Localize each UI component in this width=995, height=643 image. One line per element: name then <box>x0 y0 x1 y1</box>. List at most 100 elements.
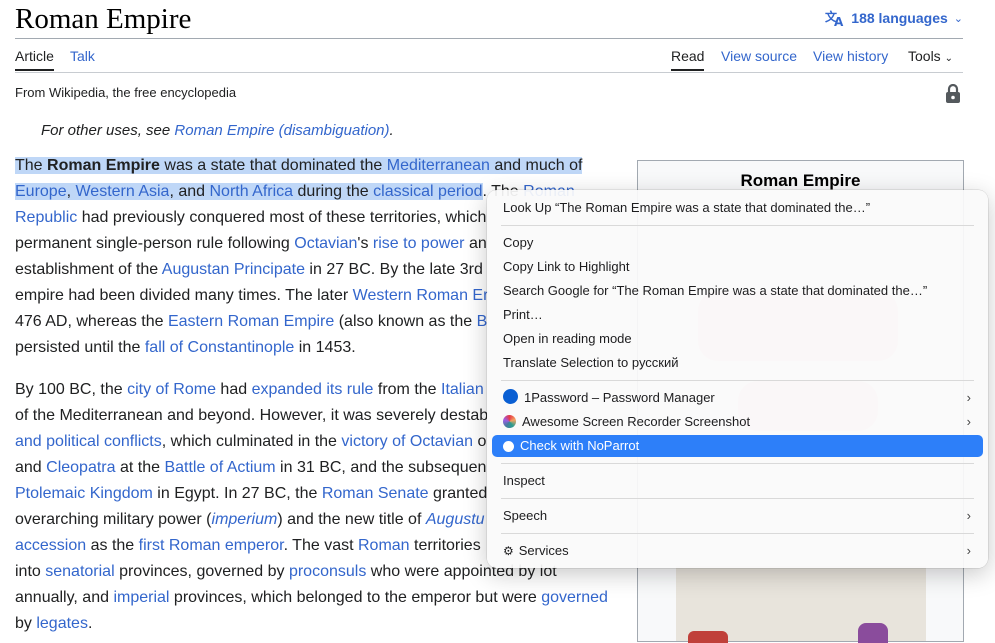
languages-button[interactable]: 文A 188 languages ⌄ <box>825 9 963 27</box>
tools-menu[interactable]: Tools ⌄ <box>908 47 953 68</box>
menu-1password-label: 1Password – Password Manager <box>524 390 715 405</box>
article-link[interactable]: accession <box>15 537 86 554</box>
chevron-right-icon: › <box>966 390 971 405</box>
article-link[interactable]: Italian <box>441 381 484 398</box>
article-link[interactable]: Western Asia <box>75 183 170 200</box>
article-link[interactable]: expanded its rule <box>252 381 374 398</box>
article-text: 476 AD, whereas the <box>15 313 168 330</box>
hatnote: For other uses, see Roman Empire (disamb… <box>41 122 394 139</box>
article-link[interactable]: Ptolemaic Kingdom <box>15 485 153 502</box>
article-link[interactable]: Roman <box>358 537 410 554</box>
article-link[interactable]: Augustan Principate <box>162 261 305 278</box>
article-text: was a state that dominated the <box>159 157 387 174</box>
article-link[interactable]: North Africa <box>209 183 294 200</box>
gear-icon: ⚙ <box>503 544 514 558</box>
chevron-right-icon: › <box>966 508 971 523</box>
map-region <box>688 631 728 643</box>
article-text: territories <box>409 537 481 554</box>
languages-label: 188 languages <box>851 10 948 26</box>
article-link[interactable]: Western Roman Er <box>353 287 489 304</box>
article-text: and much of <box>489 157 583 174</box>
article-link[interactable]: and political conflicts <box>15 433 162 450</box>
article-link[interactable]: victory of Octavian <box>341 433 473 450</box>
article-link[interactable]: imperial <box>113 589 169 606</box>
article-text: permanent single-person rule following <box>15 235 295 252</box>
tools-label: Tools <box>908 48 941 64</box>
article-text: (also known as the <box>334 313 477 330</box>
tabs-divider <box>15 72 963 73</box>
menu-print-label: Print… <box>503 307 543 322</box>
chevron-right-icon: › <box>966 414 971 429</box>
tab-read[interactable]: Read <box>671 47 705 71</box>
article-link[interactable]: first Roman emperor <box>139 537 284 554</box>
chevron-down-icon: ⌄ <box>944 53 953 64</box>
article-link[interactable]: Roman Senate <box>322 485 429 502</box>
article-text: by <box>15 615 37 632</box>
tab-view-history[interactable]: View history <box>813 47 888 65</box>
menu-separator <box>501 463 974 464</box>
chevron-right-icon: › <box>966 543 971 558</box>
article-link[interactable]: Octavian <box>294 235 357 252</box>
article-link[interactable]: Cleopatra <box>46 459 115 476</box>
article-link[interactable]: classical period <box>373 183 483 200</box>
menu-services[interactable]: ⚙ Services › <box>492 540 983 562</box>
translate-icon: 文A <box>825 9 844 27</box>
page-title: Roman Empire <box>15 3 192 35</box>
menu-reading-mode[interactable]: Open in reading mode <box>492 328 983 350</box>
article-link[interactable]: rise to power <box>373 235 465 252</box>
menu-reading-mode-label: Open in reading mode <box>503 331 632 346</box>
tab-article[interactable]: Article <box>15 47 54 71</box>
menu-look-up-label: Look Up “The Roman Empire was a state th… <box>503 200 871 215</box>
article-text: ) and the new title of <box>277 511 426 528</box>
article-link[interactable]: Augustu <box>426 511 485 528</box>
menu-copy-link[interactable]: Copy Link to Highlight <box>492 256 983 278</box>
menu-inspect-label: Inspect <box>503 473 545 488</box>
article-link[interactable]: senatorial <box>45 563 114 580</box>
article-text: persisted until the <box>15 339 145 356</box>
article-link[interactable]: Europe <box>15 183 67 200</box>
article-text: from the <box>373 381 442 398</box>
menu-search-google-label: Search Google for “The Roman Empire was … <box>503 283 928 298</box>
chevron-down-icon: ⌄ <box>953 12 963 25</box>
menu-noparrot[interactable]: Check with NoParrot <box>492 435 983 457</box>
menu-translate-label: Translate Selection to русский <box>503 355 679 370</box>
article-link[interactable]: proconsuls <box>289 563 366 580</box>
article-link[interactable]: B <box>477 313 488 330</box>
menu-translate[interactable]: Translate Selection to русский <box>492 352 983 374</box>
empire-map[interactable] <box>676 566 926 641</box>
article-link[interactable]: governed <box>541 589 608 606</box>
article-link[interactable]: Mediterranean <box>386 157 490 174</box>
article-text: provinces, which belonged to the emperor… <box>169 589 542 606</box>
article-text: The <box>15 157 48 174</box>
article-link[interactable]: Eastern Roman Empire <box>168 313 334 330</box>
article-text: , which culminated in the <box>161 433 342 450</box>
menu-search-google[interactable]: Search Google for “The Roman Empire was … <box>492 280 983 302</box>
article-text: Roman Empire <box>47 157 160 174</box>
menu-inspect[interactable]: Inspect <box>492 470 983 492</box>
menu-copy-label: Copy <box>503 235 534 250</box>
tagline: From Wikipedia, the free encyclopedia <box>15 85 237 100</box>
menu-print[interactable]: Print… <box>492 304 983 326</box>
menu-speech[interactable]: Speech › <box>492 505 983 527</box>
menu-screen-recorder[interactable]: Awesome Screen Recorder Screenshot › <box>492 411 983 433</box>
article-link[interactable]: imperium <box>212 511 278 528</box>
lock-icon[interactable] <box>944 84 962 104</box>
menu-copy[interactable]: Copy <box>492 232 983 254</box>
menu-1password[interactable]: 1Password – Password Manager › <box>492 387 983 409</box>
article-link[interactable]: fall of Constantinople <box>145 339 294 356</box>
article-text: , and <box>169 183 210 200</box>
tab-view-source[interactable]: View source <box>721 47 797 65</box>
article-text: had previously conquered most of these t… <box>77 209 487 226</box>
article-link[interactable]: legates <box>36 615 88 632</box>
article-link[interactable]: Republic <box>15 209 77 226</box>
article-text: annually, and <box>15 589 114 606</box>
paragraph-line: The Roman Empire was a state that domina… <box>15 153 615 179</box>
hatnote-link[interactable]: Roman Empire (disambiguation) <box>174 122 389 139</box>
article-link[interactable]: city of Rome <box>127 381 216 398</box>
menu-look-up[interactable]: Look Up “The Roman Empire was a state th… <box>492 197 983 219</box>
menu-speech-label: Speech <box>503 508 548 523</box>
article-text: of the Mediterranean and beyond. However… <box>15 407 489 424</box>
hatnote-prefix: For other uses, see <box>41 122 175 139</box>
article-link[interactable]: Battle of Actium <box>164 459 275 476</box>
tab-talk[interactable]: Talk <box>70 47 95 65</box>
